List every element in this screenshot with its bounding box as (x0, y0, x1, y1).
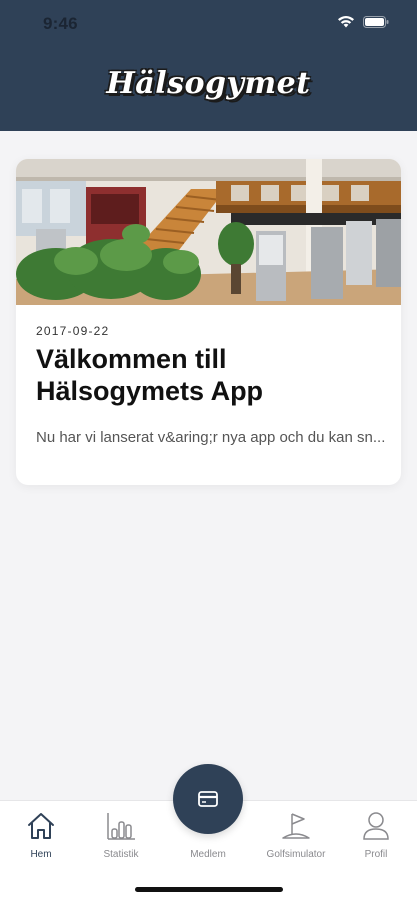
tab-label-home: Hem (30, 849, 52, 860)
battery-icon (363, 15, 389, 28)
tab-golfsimulator[interactable]: Golfsimulator (256, 801, 336, 871)
golf-flag-icon (282, 813, 310, 839)
wifi-icon (338, 16, 354, 28)
member-card-button[interactable] (173, 764, 243, 834)
brand-logo: Hälsogymet (106, 66, 311, 101)
status-time: 9:46 (43, 14, 78, 33)
news-title: Välkommen till Hälsogymets App (36, 344, 264, 406)
tab-label-statistik: Statistik (103, 849, 139, 860)
person-icon (363, 812, 389, 840)
tab-label-profil: Profil (364, 849, 388, 860)
status-icons (337, 15, 389, 28)
home-icon (28, 813, 54, 839)
status-bar: 9:46 (0, 0, 417, 46)
news-card[interactable]: 2017-09-22 Välkommen till Hälsogymets Ap… (16, 159, 401, 485)
news-date: 2017-09-22 (36, 324, 110, 338)
tab-home[interactable]: Hem (1, 801, 81, 871)
tab-profil[interactable]: Profil (336, 801, 416, 871)
tab-label-medlem: Medlem (190, 849, 226, 860)
home-indicator (135, 887, 283, 892)
tab-statistik[interactable]: Statistik (81, 801, 161, 871)
news-excerpt: Nu har vi lanserat v&aring;r nya app och… (36, 429, 386, 446)
news-feed: 2017-09-22 Välkommen till Hälsogymets Ap… (0, 131, 417, 800)
card-icon (198, 791, 218, 807)
app-header: 9:46 Hälsogymet (0, 0, 417, 131)
gym-interior-image (16, 159, 401, 305)
bar-chart-icon (107, 813, 135, 840)
tab-label-golfsimulator: Golfsimulator (266, 849, 326, 860)
